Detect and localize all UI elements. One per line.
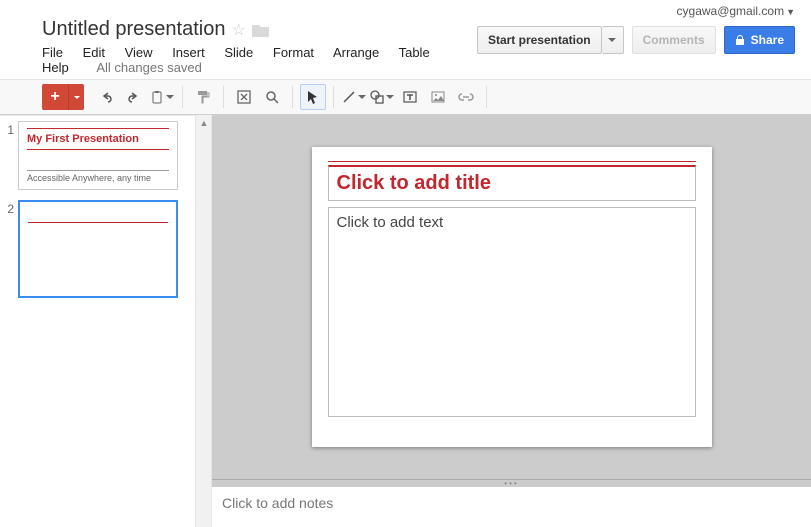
- clipboard-icon: [150, 90, 164, 104]
- cursor-icon: [307, 90, 319, 104]
- paste-button[interactable]: [149, 84, 175, 110]
- new-slide-button[interactable]: +: [42, 84, 84, 110]
- thumb-number: 2: [4, 202, 18, 216]
- paint-format-button[interactable]: [190, 84, 216, 110]
- menu-view[interactable]: View: [125, 45, 153, 60]
- menu-arrange[interactable]: Arrange: [333, 45, 379, 60]
- paint-roller-icon: [196, 90, 210, 104]
- slide-body-placeholder: Click to add text: [337, 214, 444, 231]
- new-slide-dropdown[interactable]: [68, 84, 84, 110]
- menu-edit[interactable]: Edit: [83, 45, 105, 60]
- shape-icon: [370, 90, 384, 104]
- share-label: Share: [751, 27, 784, 53]
- textbox-tool-button[interactable]: [397, 84, 423, 110]
- menu-format[interactable]: Format: [273, 45, 314, 60]
- shape-tool-button[interactable]: [369, 84, 395, 110]
- plus-icon: +: [42, 84, 68, 110]
- thumb-number: 1: [4, 123, 18, 137]
- star-icon[interactable]: ☆: [231, 20, 245, 40]
- notes-placeholder: Click to add notes: [222, 495, 333, 511]
- slide-canvas[interactable]: Click to add title Click to add text: [212, 115, 811, 479]
- lock-icon: [735, 35, 745, 45]
- speaker-notes[interactable]: Click to add notes: [212, 487, 811, 527]
- link-icon: [458, 92, 474, 102]
- undo-button[interactable]: [93, 84, 119, 110]
- document-title[interactable]: Untitled presentation: [42, 18, 225, 41]
- redo-button[interactable]: [121, 84, 147, 110]
- slide-panel: 1 My First Presentation Accessible Anywh…: [0, 115, 196, 527]
- separator: [182, 86, 183, 108]
- share-button[interactable]: Share: [724, 26, 795, 54]
- textbox-icon: [403, 90, 417, 104]
- undo-icon: [99, 90, 113, 104]
- notes-resize-handle[interactable]: •••: [212, 479, 811, 487]
- chevron-down-icon: [358, 95, 366, 99]
- slide-thumbnail-1[interactable]: My First Presentation Accessible Anywher…: [18, 121, 178, 190]
- slide-thumbnail-2[interactable]: [18, 200, 178, 298]
- link-tool-button[interactable]: [453, 84, 479, 110]
- slide-title-box[interactable]: Click to add title: [328, 165, 696, 201]
- separator: [486, 86, 487, 108]
- current-slide: Click to add title Click to add text: [312, 147, 712, 447]
- fit-icon: [237, 90, 251, 104]
- separator: [223, 86, 224, 108]
- save-status: All changes saved: [96, 60, 202, 75]
- menu-table[interactable]: Table: [399, 45, 430, 60]
- menu-help[interactable]: Help: [42, 60, 69, 75]
- image-tool-button[interactable]: [425, 84, 451, 110]
- menu-file[interactable]: File: [42, 45, 63, 60]
- sidebar-scrollbar[interactable]: ▲: [196, 115, 212, 527]
- image-icon: [431, 90, 445, 104]
- thumb-title: My First Presentation: [27, 128, 169, 150]
- menu-insert[interactable]: Insert: [172, 45, 205, 60]
- folder-icon[interactable]: [252, 23, 270, 37]
- chevron-down-icon: [386, 95, 394, 99]
- chevron-down-icon: [608, 38, 616, 42]
- separator: [333, 86, 334, 108]
- zoom-fit-button[interactable]: [231, 84, 257, 110]
- menu-bar: File Edit View Insert Slide Format Arran…: [42, 45, 477, 75]
- line-tool-button[interactable]: [341, 84, 367, 110]
- zoom-button[interactable]: [259, 84, 285, 110]
- start-presentation-dropdown[interactable]: [602, 26, 624, 54]
- account-email: cygawa@gmail.com: [677, 4, 785, 18]
- select-tool-button[interactable]: [300, 84, 326, 110]
- line-icon: [342, 90, 356, 104]
- thumb-subtitle: Accessible Anywhere, any time: [27, 170, 169, 183]
- zoom-icon: [265, 90, 279, 104]
- redo-icon: [127, 90, 141, 104]
- chevron-down-icon: ▼: [786, 7, 795, 17]
- slide-body-box[interactable]: Click to add text: [328, 207, 696, 417]
- comments-button[interactable]: Comments: [632, 26, 716, 54]
- account-menu[interactable]: cygawa@gmail.com▼: [0, 0, 811, 18]
- toolbar: +: [0, 79, 811, 115]
- start-presentation-button[interactable]: Start presentation: [477, 26, 602, 54]
- scroll-up-icon: ▲: [196, 115, 212, 131]
- slide-title-placeholder: Click to add title: [337, 172, 687, 195]
- chevron-down-icon: [166, 95, 174, 99]
- menu-slide[interactable]: Slide: [224, 45, 253, 60]
- separator: [292, 86, 293, 108]
